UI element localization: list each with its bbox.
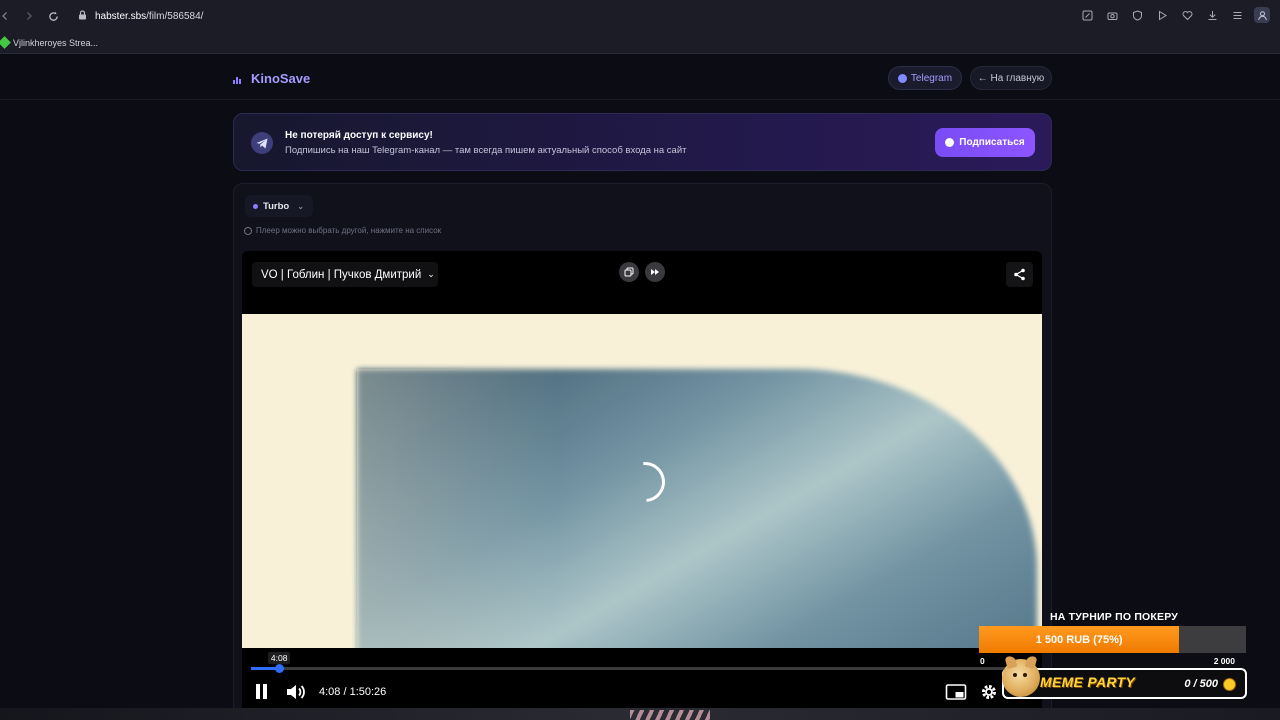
- play-icon[interactable]: [1154, 7, 1170, 23]
- lock-icon: [78, 7, 87, 25]
- status-dot: [253, 203, 258, 209]
- seek-time-tooltip: 4:08: [267, 652, 291, 664]
- voice-select-value: VO | Гоблин | Пучков Дмитрий: [261, 268, 422, 281]
- pause-icon: [256, 684, 260, 699]
- shield-icon[interactable]: [1129, 7, 1145, 23]
- browser-toolbar: habster.sbs/film/586584/: [0, 0, 1280, 32]
- site-logo[interactable]: KinoSave: [233, 71, 310, 86]
- poker-min-label: 0: [980, 656, 985, 666]
- telegram-icon: [251, 132, 273, 154]
- telegram-icon: [945, 138, 955, 147]
- seek-bar-handle[interactable]: [275, 664, 285, 673]
- chevron-down-icon: ⌄: [427, 269, 435, 279]
- doge-avatar: [1002, 654, 1040, 697]
- download-icon[interactable]: [1204, 7, 1220, 23]
- pause-icon: [263, 684, 267, 699]
- telegram-banner: Не потеряй доступ к сервису! Подпишись н…: [233, 113, 1052, 171]
- player-hint-text: Плеер можно выбрать другой, нажмите на с…: [256, 226, 442, 235]
- url-text: habster.sbs/film/586584/: [95, 10, 204, 22]
- background-stripes: [630, 710, 710, 720]
- telegram-button-label: Telegram: [910, 72, 953, 84]
- volume-icon: [287, 685, 305, 699]
- camera-icon[interactable]: [1104, 7, 1120, 23]
- address-bar[interactable]: habster.sbs/film/586584/: [78, 5, 203, 27]
- skip-forward-icon[interactable]: [645, 262, 665, 282]
- player-selector[interactable]: Turbo ⌄: [245, 195, 313, 217]
- reload-icon[interactable]: [42, 5, 64, 27]
- chevron-down-icon: ⌄: [297, 201, 304, 211]
- subscribe-button[interactable]: Подписаться: [935, 128, 1035, 157]
- coin-icon: [1223, 678, 1236, 691]
- pip-icon: [945, 684, 967, 700]
- poker-progress-label: 1 500 RUB (75%): [1035, 633, 1123, 646]
- player-selector-value: Turbo: [263, 200, 290, 212]
- meme-party-logo: MEME PARTY: [1040, 674, 1136, 690]
- player-card: Turbo ⌄ Плеер можно выбрать другой, нажм…: [233, 183, 1052, 720]
- bookmark-favicon-icon: [0, 36, 11, 49]
- poker-progress-bar: 1 500 RUB (75%): [979, 626, 1246, 653]
- volume-button[interactable]: [285, 683, 307, 701]
- logo-icon: [233, 74, 245, 84]
- back-icon[interactable]: [0, 5, 16, 27]
- copy-icon[interactable]: [619, 262, 639, 282]
- pip-button[interactable]: [945, 683, 967, 701]
- profile-icon[interactable]: [1254, 7, 1270, 23]
- player-hint: Плеер можно выбрать другой, нажмите на с…: [244, 226, 441, 235]
- poker-widget: НА ТУРНИР ПО ПОКЕРУ 1 500 RUB (75%) 0 2 …: [978, 608, 1247, 700]
- logo-text: KinoSave: [251, 71, 311, 86]
- banner-title: Не потеряй доступ к сервису!: [285, 130, 433, 141]
- share-icon[interactable]: [1006, 262, 1033, 287]
- meme-party-count: 0 / 500: [1184, 678, 1218, 690]
- edit-icon[interactable]: [1079, 7, 1095, 23]
- video-player[interactable]: VO | Гоблин | Пучков Дмитрий ⌄ 4:08 4:08…: [242, 251, 1042, 720]
- bookmarks-bar: Vjlinkheroyes Strea...: [0, 32, 1280, 54]
- telegram-button[interactable]: Telegram: [888, 66, 962, 90]
- forward-icon[interactable]: [18, 5, 40, 27]
- heart-icon[interactable]: [1179, 7, 1195, 23]
- bookmark-item[interactable]: Vjlinkheroyes Strea...: [13, 38, 98, 48]
- video-content-glare: [357, 369, 557, 648]
- voice-select[interactable]: VO | Гоблин | Пучков Дмитрий ⌄: [252, 262, 438, 287]
- video-frame[interactable]: [242, 314, 1042, 648]
- subscribe-button-label: Подписаться: [959, 137, 1025, 148]
- seek-bar[interactable]: [251, 664, 1011, 673]
- telegram-icon: [897, 73, 907, 83]
- banner-subtitle: Подпишись на наш Telegram-канал — там вс…: [285, 145, 687, 156]
- home-button[interactable]: ← На главную: [970, 66, 1052, 90]
- pause-button[interactable]: [256, 684, 270, 699]
- poker-title: НА ТУРНИР ПО ПОКЕРУ: [1050, 611, 1179, 623]
- menu-icon[interactable]: [1229, 7, 1245, 23]
- poker-max-label: 2 000: [1213, 656, 1235, 666]
- clock-icon: [244, 226, 252, 235]
- time-display: 4:08 / 1:50:26: [319, 686, 387, 698]
- site-header: KinoSave Telegram ← На главную: [0, 55, 1280, 100]
